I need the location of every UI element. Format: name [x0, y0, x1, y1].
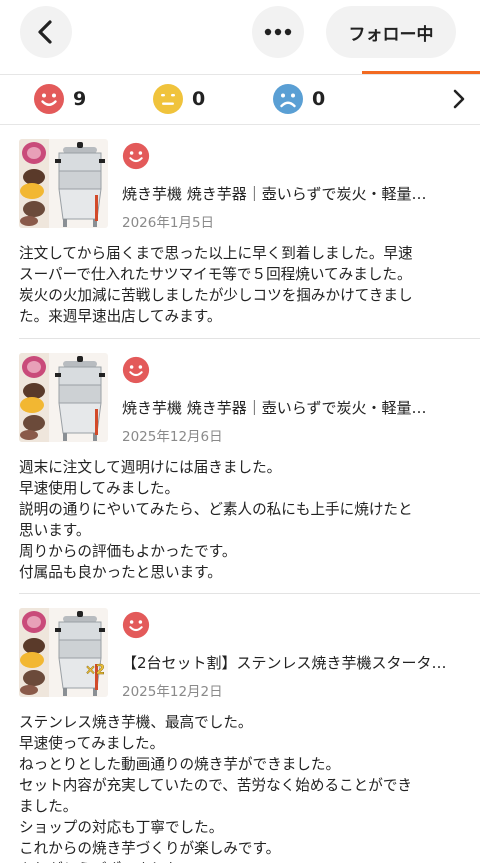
product-image — [19, 353, 108, 442]
ratings-divider — [0, 124, 480, 125]
neutral-face-icon — [153, 84, 183, 114]
more-dots-icon — [264, 28, 292, 36]
smile-face-icon — [122, 356, 150, 384]
chevron-right-icon[interactable] — [452, 89, 466, 109]
rating-bad[interactable]: 0 — [272, 83, 325, 115]
review-date: 2026年1月5日 — [122, 215, 215, 231]
review-divider — [19, 338, 480, 339]
review-text: ステンレス焼き芋機、最高でした。 早速使ってみました。 ねっとりとした動画通りの… — [19, 714, 413, 863]
review-text: 週末に注文して週明けには届きました。 早速使用してみました。 説明の通りにやいて… — [19, 459, 413, 581]
smile-face-icon — [34, 84, 64, 114]
smile-face-icon — [122, 611, 150, 639]
bad-count: 0 — [312, 88, 326, 110]
sad-face-icon — [273, 84, 303, 114]
rating-good[interactable]: 9 — [33, 83, 86, 115]
product-thumbnail[interactable]: ×2 — [19, 608, 108, 697]
product-title[interactable]: 焼き芋機 焼き芋器｜壺いらずで炭火・軽量… — [122, 397, 462, 418]
review-date: 2025年12月6日 — [122, 429, 223, 445]
product-title[interactable]: 焼き芋機 焼き芋器｜壺いらずで炭火・軽量… — [122, 183, 462, 204]
review-divider — [19, 593, 480, 594]
product-title[interactable]: 【2台セット割】ステンレス焼き芋機スタータ… — [122, 652, 462, 673]
back-button[interactable] — [20, 6, 72, 58]
header-bar: フォロー中 — [0, 0, 480, 74]
review-card[interactable]: ×2 【2台セット割】ステンレス焼き芋機スタータ… 2025年12月2日 ステン… — [0, 608, 480, 863]
good-count: 9 — [73, 88, 87, 110]
following-button[interactable]: フォロー中 — [326, 6, 456, 58]
product-image — [19, 139, 108, 228]
review-text: 注文してから届くまで思った以上に早く到着しました。早速 スーパーで仕入れたサツマ… — [19, 245, 413, 325]
more-options-button[interactable] — [252, 6, 304, 58]
product-thumbnail[interactable] — [19, 353, 108, 442]
thumb-badge: ×2 — [85, 663, 105, 678]
rating-summary[interactable]: 9 0 0 — [0, 75, 480, 125]
review-card[interactable]: 焼き芋機 焼き芋器｜壺いらずで炭火・軽量… 2026年1月5日 注文してから届く… — [0, 139, 480, 339]
review-date: 2025年12月2日 — [122, 684, 223, 700]
normal-count: 0 — [192, 88, 206, 110]
product-image: ×2 — [19, 608, 108, 697]
smile-face-icon — [122, 142, 150, 170]
review-card[interactable]: 焼き芋機 焼き芋器｜壺いらずで炭火・軽量… 2025年12月6日 週末に注文して… — [0, 353, 480, 593]
chevron-left-icon — [38, 20, 52, 44]
rating-normal[interactable]: 0 — [152, 83, 205, 115]
product-thumbnail[interactable] — [19, 139, 108, 228]
